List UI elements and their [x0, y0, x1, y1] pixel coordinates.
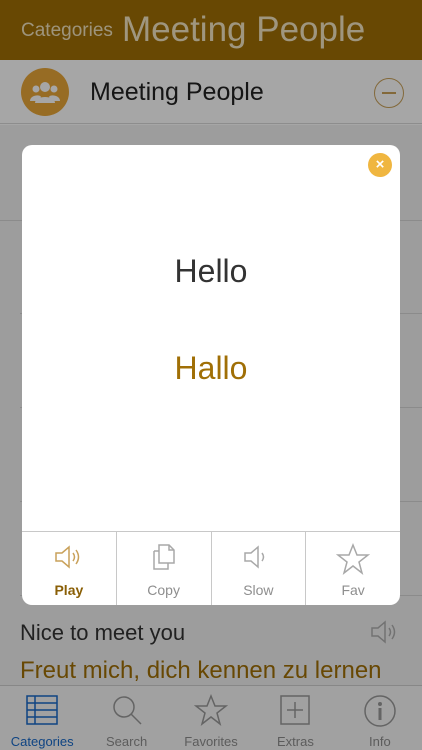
page-title: Meeting People	[122, 10, 366, 49]
slow-button[interactable]: Slow	[210, 532, 306, 605]
speaker-icon	[244, 545, 265, 569]
phrase-english: Nice to meet you	[20, 620, 186, 645]
people-group-icon	[21, 68, 69, 116]
list-icon	[26, 695, 58, 725]
tab-label: Search	[106, 734, 148, 749]
speaker-icon[interactable]	[370, 619, 400, 645]
plus-square-icon	[280, 695, 311, 725]
speaker-icon	[55, 545, 80, 569]
tab-label: Categories	[10, 734, 74, 749]
fav-label: Fav	[341, 582, 365, 598]
back-button[interactable]: Categories	[21, 20, 113, 42]
phrase-modal: × Hello Hallo Play Copy Slow Fav	[22, 145, 400, 605]
tab-extras[interactable]: Extras	[253, 686, 337, 750]
play-button[interactable]: Play	[22, 532, 116, 605]
minus-circle-icon[interactable]	[374, 78, 404, 108]
tab-categories[interactable]: Categories	[0, 686, 84, 750]
fav-button[interactable]: Fav	[305, 532, 400, 605]
tab-search[interactable]: Search	[84, 686, 168, 750]
copy-icon	[152, 544, 175, 570]
tab-favorites[interactable]: Favorites	[169, 686, 253, 750]
category-title: Meeting People	[90, 78, 264, 106]
play-label: Play	[54, 582, 84, 598]
category-header[interactable]: Meeting People	[0, 60, 422, 124]
tab-label: Favorites	[184, 734, 238, 749]
search-icon	[112, 696, 142, 725]
nav-bar: Categories Meeting People	[0, 0, 422, 60]
star-icon	[194, 694, 229, 726]
info-icon	[364, 695, 396, 727]
tab-label: Extras	[277, 734, 314, 749]
tab-info[interactable]: Info	[338, 686, 422, 750]
copy-label: Copy	[147, 582, 180, 598]
slow-label: Slow	[243, 582, 274, 598]
modal-translation: Hallo	[174, 350, 248, 386]
star-icon	[336, 543, 371, 575]
phrase-translation: Freut mich, dich kennen zu lernen	[20, 657, 382, 684]
copy-button[interactable]: Copy	[115, 532, 211, 605]
close-icon[interactable]: ×	[368, 153, 392, 177]
tab-label: Info	[368, 734, 391, 749]
modal-actions: Play Copy Slow Fav	[22, 531, 400, 605]
tab-bar: Categories Search Favorites Extras Info	[0, 685, 422, 750]
modal-english: Hello	[174, 253, 248, 289]
